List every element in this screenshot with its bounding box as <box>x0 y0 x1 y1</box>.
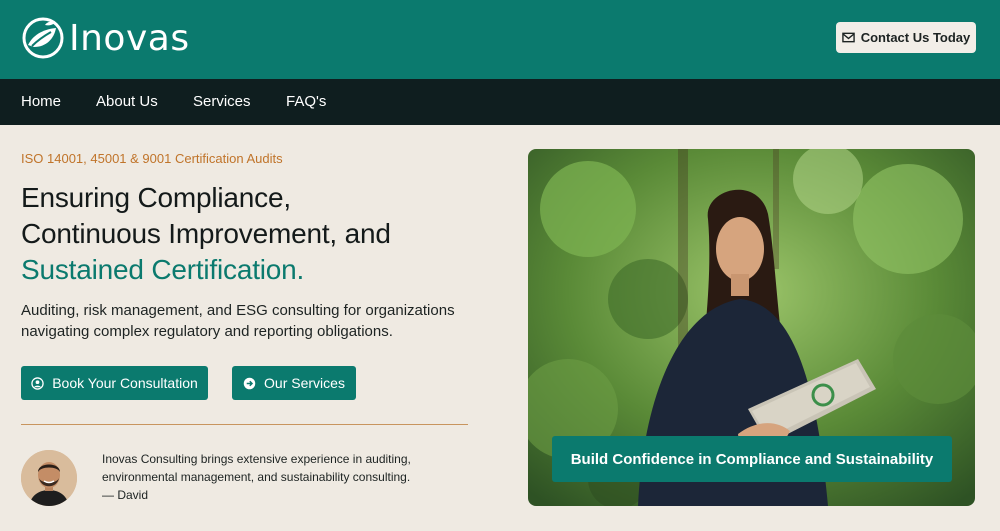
mail-icon <box>841 32 855 43</box>
headline-accent: Sustained Certification. <box>21 254 305 285</box>
brand-logo[interactable]: Inovas <box>20 15 190 61</box>
headline-line-1: Ensuring Compliance, <box>21 182 291 213</box>
person-portrait-icon <box>21 450 77 506</box>
hero-eyebrow: ISO 14001, 45001 & 9001 Certification Au… <box>21 151 283 166</box>
user-circle-icon <box>31 376 44 390</box>
leaf-logo-icon <box>22 17 64 59</box>
testimonial-quote: Inovas Consulting brings extensive exper… <box>102 452 411 484</box>
headline-line-2: Continuous Improvement, and <box>21 218 391 249</box>
contact-us-button[interactable]: Contact Us Today <box>836 22 976 53</box>
section-divider <box>21 424 468 425</box>
nav-item-about-us[interactable]: About Us <box>96 93 158 110</box>
hero-subtext: Auditing, risk management, and ESG consu… <box>21 302 455 340</box>
book-consultation-button[interactable]: Book Your Consultation <box>21 366 208 400</box>
testimonial-avatar <box>21 450 77 506</box>
book-consultation-label: Book Your Consultation <box>52 375 198 391</box>
contact-us-label: Contact Us Today <box>860 30 971 45</box>
main-nav: Home About Us Services FAQ's <box>0 79 1000 125</box>
nav-item-faqs[interactable]: FAQ's <box>286 93 326 110</box>
testimonial-author: — David <box>102 488 149 502</box>
nav-item-home[interactable]: Home <box>21 93 61 110</box>
arrow-circle-right-icon <box>243 377 256 389</box>
hero-headline: Ensuring Compliance, Continuous Improvem… <box>21 180 491 288</box>
nav-item-services[interactable]: Services <box>193 93 251 110</box>
our-services-label: Our Services <box>264 375 345 391</box>
brand-name: Inovas <box>69 17 190 59</box>
site-header: Inovas Contact Us Today <box>0 0 1000 79</box>
hero-image-banner: Build Confidence in Compliance and Susta… <box>552 436 952 482</box>
our-services-button[interactable]: Our Services <box>232 366 356 400</box>
